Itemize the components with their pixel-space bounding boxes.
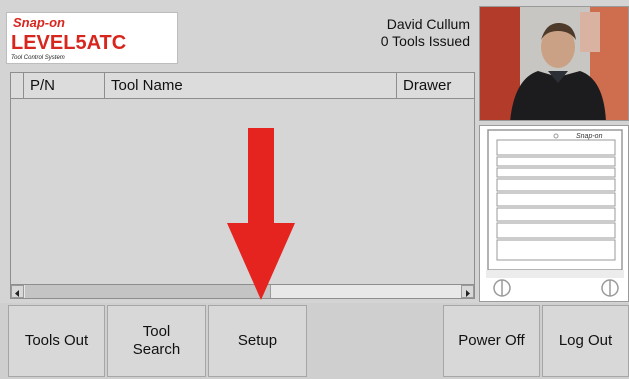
- chevron-left-icon: [15, 290, 19, 297]
- row-selector-header: [11, 73, 24, 99]
- column-header-drawer[interactable]: Drawer: [397, 73, 475, 99]
- logo-subtitle-text: Tool Control System: [11, 55, 65, 61]
- table-header: P/N Tool Name Drawer: [11, 73, 474, 99]
- logo-product-text: LEVEL5ATC: [11, 32, 126, 54]
- chevron-right-icon: [466, 290, 470, 297]
- scroll-right-button[interactable]: [461, 285, 474, 298]
- column-header-tool-name[interactable]: Tool Name: [105, 73, 397, 99]
- down-arrow-annotation: [227, 128, 295, 300]
- bottom-toolbar: Tools Out Tool Search Setup Power Off Lo…: [0, 303, 629, 379]
- tools-issued-count: 0 Tools Issued: [380, 33, 470, 49]
- setup-button[interactable]: Setup: [208, 305, 307, 377]
- app-window: Snap-on LEVEL5ATC Tool Control System Da…: [0, 0, 629, 379]
- cabinet-brand-text: Snap-on: [576, 133, 603, 140]
- tool-cabinet-icon[interactable]: Snap-on: [479, 125, 629, 302]
- power-off-button[interactable]: Power Off: [443, 305, 540, 377]
- snapon-logo: Snap-on LEVEL5ATC Tool Control System: [6, 12, 178, 64]
- scroll-left-button[interactable]: [11, 285, 24, 298]
- column-header-pn[interactable]: P/N: [24, 73, 105, 99]
- tool-search-button[interactable]: Tool Search: [107, 305, 206, 377]
- tools-out-button[interactable]: Tools Out: [8, 305, 105, 377]
- profile-photo: [479, 6, 629, 121]
- log-out-button[interactable]: Log Out: [542, 305, 629, 377]
- user-name: David Cullum: [386, 16, 470, 32]
- logo-brand-text: Snap-on: [13, 15, 65, 30]
